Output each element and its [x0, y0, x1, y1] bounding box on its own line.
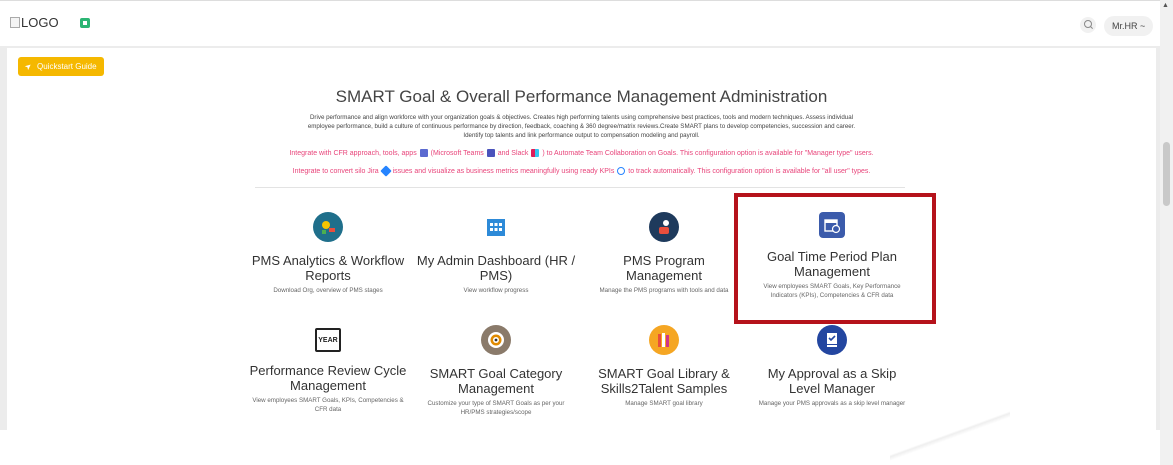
- card-title: PMS Analytics & Workflow Reports: [251, 253, 405, 283]
- card-performance-review-cycle[interactable]: YEAR Performance Review Cycle Management…: [248, 325, 408, 414]
- card-skip-level-approval[interactable]: My Approval as a Skip Level Manager Mana…: [752, 325, 912, 409]
- card-title: My Admin Dashboard (HR / PMS): [416, 253, 576, 283]
- card-smart-goal-category[interactable]: SMART Goal Category Management Customize…: [416, 325, 576, 417]
- divider: [255, 187, 905, 188]
- target-icon: [481, 325, 511, 355]
- card-title: SMART Goal Library & Skills2Talent Sampl…: [598, 366, 730, 396]
- approval-icon: [817, 325, 847, 355]
- quickstart-guide-button[interactable]: Quickstart Guide: [18, 57, 104, 76]
- dashboard-icon: [481, 212, 511, 242]
- card-subtitle: Download Org, overview of PMS stages: [273, 287, 383, 294]
- card-pms-program[interactable]: PMS Program Management Manage the PMS pr…: [584, 212, 744, 296]
- card-subtitle: Customize your type of SMART Goals as pe…: [427, 400, 565, 416]
- card-subtitle: Manage your PMS approvals as a skip leve…: [758, 400, 906, 407]
- watermark: [890, 405, 1010, 465]
- kpi-gauge-icon[interactable]: [617, 167, 626, 175]
- user-menu-button[interactable]: Mr.HR ~: [1104, 16, 1154, 36]
- library-icon: [649, 325, 679, 355]
- card-title: Performance Review Cycle Management: [249, 363, 407, 393]
- logo[interactable]: LOGO: [10, 15, 59, 30]
- year-icon: YEAR: [315, 328, 341, 352]
- description-line: employee performance, build a culture of…: [307, 123, 856, 130]
- analytics-icon: [313, 212, 343, 242]
- card-subtitle: Manage SMART goal library: [625, 400, 703, 407]
- program-icon: [649, 212, 679, 242]
- integration-line-cfr: Integrate with CFR approach, tools, apps…: [289, 149, 874, 157]
- description-line: Drive performance and align workforce wi…: [309, 114, 854, 121]
- card-subtitle: View workflow progress: [463, 287, 529, 294]
- integration-line-jira: Integrate to convert silo Jira issues an…: [7, 165, 1156, 177]
- vertical-scrollbar[interactable]: [1160, 0, 1173, 465]
- broken-image-icon: [10, 17, 20, 28]
- card-title: PMS Program Management: [623, 253, 705, 283]
- card-admin-dashboard[interactable]: My Admin Dashboard (HR / PMS) View workf…: [416, 212, 576, 296]
- card-title: My Approval as a Skip Level Manager: [767, 366, 897, 396]
- card-title: SMART Goal Category Management: [429, 366, 563, 396]
- scroll-up-arrow-icon[interactable]: ▲: [1162, 2, 1169, 9]
- search-icon[interactable]: [1080, 17, 1096, 33]
- admin-panel: Quickstart Guide SMART Goal & Overall Pe…: [7, 48, 1156, 430]
- logo-text: LOGO: [21, 15, 59, 30]
- description-line: Identify top talents and link performanc…: [463, 132, 700, 139]
- top-navbar: LOGO Mr.HR ~: [0, 0, 1160, 46]
- card-subtitle: Manage the PMS programs with tools and d…: [599, 287, 729, 294]
- scrollbar-thumb[interactable]: [1163, 142, 1170, 206]
- highlight-box: [734, 193, 936, 324]
- teams-icon[interactable]: [486, 149, 495, 157]
- main-content: Quickstart Guide SMART Goal & Overall Pe…: [0, 46, 1160, 430]
- slack-icon[interactable]: [531, 149, 540, 157]
- card-pms-analytics[interactable]: PMS Analytics & Workflow Reports Downloa…: [248, 212, 408, 296]
- home-icon[interactable]: [80, 18, 90, 28]
- apps-icon: [419, 149, 428, 157]
- page-title: SMART Goal & Overall Performance Managem…: [335, 87, 828, 106]
- jira-icon[interactable]: [379, 165, 392, 177]
- app-window: LOGO Mr.HR ~ Quickstart Guide SMART Goal…: [0, 0, 1173, 465]
- card-subtitle: View employees SMART Goals, KPIs, Compet…: [252, 397, 404, 413]
- card-smart-goal-library[interactable]: SMART Goal Library & Skills2Talent Sampl…: [584, 325, 744, 409]
